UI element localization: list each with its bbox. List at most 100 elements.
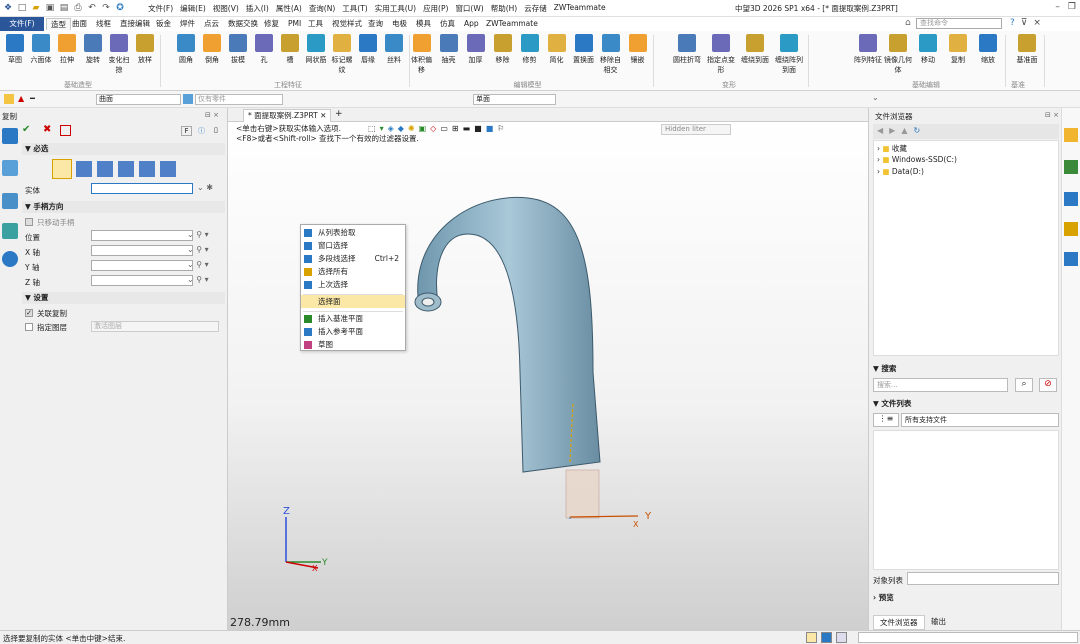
- tab-item[interactable]: 仿真: [440, 18, 455, 30]
- section-settings[interactable]: ▼ 设置: [22, 292, 225, 304]
- x-axis-more-icon[interactable]: ⌄ ⚲ ▾: [187, 245, 209, 254]
- tab-item[interactable]: 线框: [96, 18, 111, 30]
- ribbon-button[interactable]: 修剪: [516, 34, 543, 65]
- folder-dock-icon[interactable]: [1064, 128, 1078, 142]
- ribbon-button[interactable]: 唇缘: [355, 34, 381, 65]
- preview-section-title[interactable]: › 预览: [873, 592, 894, 603]
- app-logo-icon[interactable]: ❖: [2, 2, 14, 14]
- restore-icon[interactable]: ❐: [1068, 2, 1076, 12]
- tab-file[interactable]: 文件(F): [0, 17, 44, 31]
- ribbon-button[interactable]: 孔: [251, 34, 277, 65]
- objlist-dropdown[interactable]: [907, 572, 1059, 585]
- status-grid-icon[interactable]: [806, 632, 817, 643]
- menu-item[interactable]: 实用工具(U): [375, 3, 416, 14]
- cancel-icon[interactable]: ✖: [43, 124, 51, 135]
- up-icon[interactable]: ▲: [901, 126, 907, 137]
- ribbon-button[interactable]: 移动: [913, 34, 943, 65]
- mode-move-icon[interactable]: [52, 159, 72, 179]
- mode-align-icon[interactable]: [139, 161, 155, 177]
- tab-item[interactable]: 钣金: [156, 18, 171, 30]
- new-file-icon[interactable]: □: [16, 2, 28, 14]
- 3d-viewport[interactable]: <单击右键>获取实体输入选项. <F8>或者<Shift-roll> 查找下一个…: [228, 122, 868, 630]
- close-icon[interactable]: ×: [1033, 18, 1041, 28]
- move-handle-checkbox[interactable]: [25, 218, 33, 226]
- ribbon-button[interactable]: 阵列特征: [853, 34, 883, 65]
- file-type-dropdown[interactable]: 所有支持文件: [901, 413, 1059, 427]
- status-window-icon[interactable]: [836, 632, 847, 643]
- menu-item[interactable]: 插入(I): [246, 3, 269, 14]
- ribbon-button[interactable]: 槽: [277, 34, 303, 65]
- menu-item[interactable]: 视图(V): [213, 3, 239, 14]
- tab-modeling[interactable]: 造型: [46, 18, 71, 30]
- tree-item-d[interactable]: › ■ Data(D:): [877, 167, 924, 176]
- context-menu-item[interactable]: 窗口选择: [301, 239, 405, 252]
- ribbon-button[interactable]: 六面体: [28, 34, 54, 65]
- filelist-section-title[interactable]: ▼ 文件列表: [873, 398, 911, 409]
- x-axis-field[interactable]: [91, 245, 193, 256]
- menu-item[interactable]: 云存储: [524, 3, 547, 14]
- ribbon-button[interactable]: 置换面: [570, 34, 597, 65]
- position-more-icon[interactable]: ⌄ ⚲ ▾: [187, 230, 209, 239]
- tab-item[interactable]: 查询: [368, 18, 383, 30]
- tab-item[interactable]: 电极: [392, 18, 407, 30]
- ribbon-button[interactable]: 拉伸: [54, 34, 80, 65]
- context-menu-item[interactable]: 插入参考平面: [301, 325, 405, 338]
- doc-icon[interactable]: ▯: [214, 126, 218, 134]
- z-axis-more-icon[interactable]: ⌄ ⚲ ▾: [187, 275, 209, 284]
- ribbon-button[interactable]: 标记螺纹: [329, 34, 355, 75]
- ribbon-button[interactable]: 网状筋: [303, 34, 329, 65]
- apply-icon[interactable]: [60, 125, 71, 136]
- view-dock-icon[interactable]: [1064, 252, 1078, 266]
- open-file-icon[interactable]: ▰: [30, 2, 42, 14]
- file-search-input[interactable]: 搜索...: [873, 378, 1008, 392]
- forward-icon[interactable]: ▶: [889, 126, 895, 137]
- print-icon[interactable]: ⎙: [72, 2, 84, 14]
- doc-tab-close-icon[interactable]: ✕: [320, 111, 326, 120]
- menu-item[interactable]: 工具(T): [342, 3, 367, 14]
- ribbon-button[interactable]: 缠绕到面: [738, 34, 772, 65]
- status-screen-icon[interactable]: [821, 632, 832, 643]
- y-axis-field[interactable]: [91, 260, 193, 271]
- back-icon[interactable]: ◀: [877, 126, 883, 137]
- settings-icon[interactable]: ✪: [114, 2, 126, 14]
- tree-item-c[interactable]: › ■ Windows-SSD(C:): [877, 155, 957, 164]
- clear-search-icon[interactable]: ⊘: [1039, 378, 1057, 392]
- z-axis-field[interactable]: [91, 275, 193, 286]
- ribbon-button[interactable]: 放样: [132, 34, 158, 65]
- image-icon[interactable]: [2, 223, 18, 239]
- tab-item[interactable]: 模具: [416, 18, 431, 30]
- doc-tab[interactable]: * 面提取案例.Z3PRT ✕: [243, 109, 332, 122]
- help-icon[interactable]: ?: [1010, 18, 1015, 28]
- layer-dropdown[interactable]: 激活图层: [91, 321, 219, 332]
- menu-item[interactable]: 帮助(H): [491, 3, 518, 14]
- pin-icon[interactable]: ⊽: [1021, 18, 1028, 28]
- ribbon-button[interactable]: 缩放: [973, 34, 1003, 65]
- ribbon-button[interactable]: 变化扫掠: [106, 34, 132, 75]
- search-icon[interactable]: ⌕: [1015, 378, 1033, 392]
- view-mode-icon[interactable]: ⋮≡: [873, 413, 899, 427]
- ok-icon[interactable]: ✔: [22, 124, 30, 135]
- search-input[interactable]: 查找命令: [916, 18, 1002, 29]
- ribbon-button[interactable]: 镶嵌: [624, 34, 651, 65]
- mode-point-icon[interactable]: [76, 161, 92, 177]
- save-icon[interactable]: ▣: [44, 2, 56, 14]
- ribbon-button[interactable]: 移除自相交: [597, 34, 624, 75]
- mode-dir-icon[interactable]: [97, 161, 113, 177]
- tab-item[interactable]: 修复: [264, 18, 279, 30]
- menu-item[interactable]: 窗口(W): [455, 3, 483, 14]
- ribbon-button[interactable]: 镜像几何体: [883, 34, 913, 75]
- context-menu-item[interactable]: 选择面: [301, 295, 405, 308]
- tab-item[interactable]: App: [464, 18, 479, 30]
- copy-icon[interactable]: [2, 128, 18, 144]
- ribbon-button[interactable]: 复制: [943, 34, 973, 65]
- tab-item[interactable]: PMI: [288, 18, 301, 30]
- ribbon-button[interactable]: 基准面: [1012, 34, 1042, 65]
- tab-item[interactable]: 焊件: [180, 18, 195, 30]
- context-menu-item[interactable]: 草图: [301, 338, 405, 351]
- section-handle[interactable]: ▼ 手柄方向: [22, 201, 225, 213]
- ribbon-button[interactable]: 圆角: [173, 34, 199, 65]
- panel-close-icon[interactable]: ⊟ ×: [1045, 111, 1059, 119]
- undo-icon[interactable]: ↶: [86, 2, 98, 14]
- menu-item[interactable]: 查询(N): [309, 3, 335, 14]
- entity-more-icon[interactable]: ⌄ ✱: [197, 183, 213, 192]
